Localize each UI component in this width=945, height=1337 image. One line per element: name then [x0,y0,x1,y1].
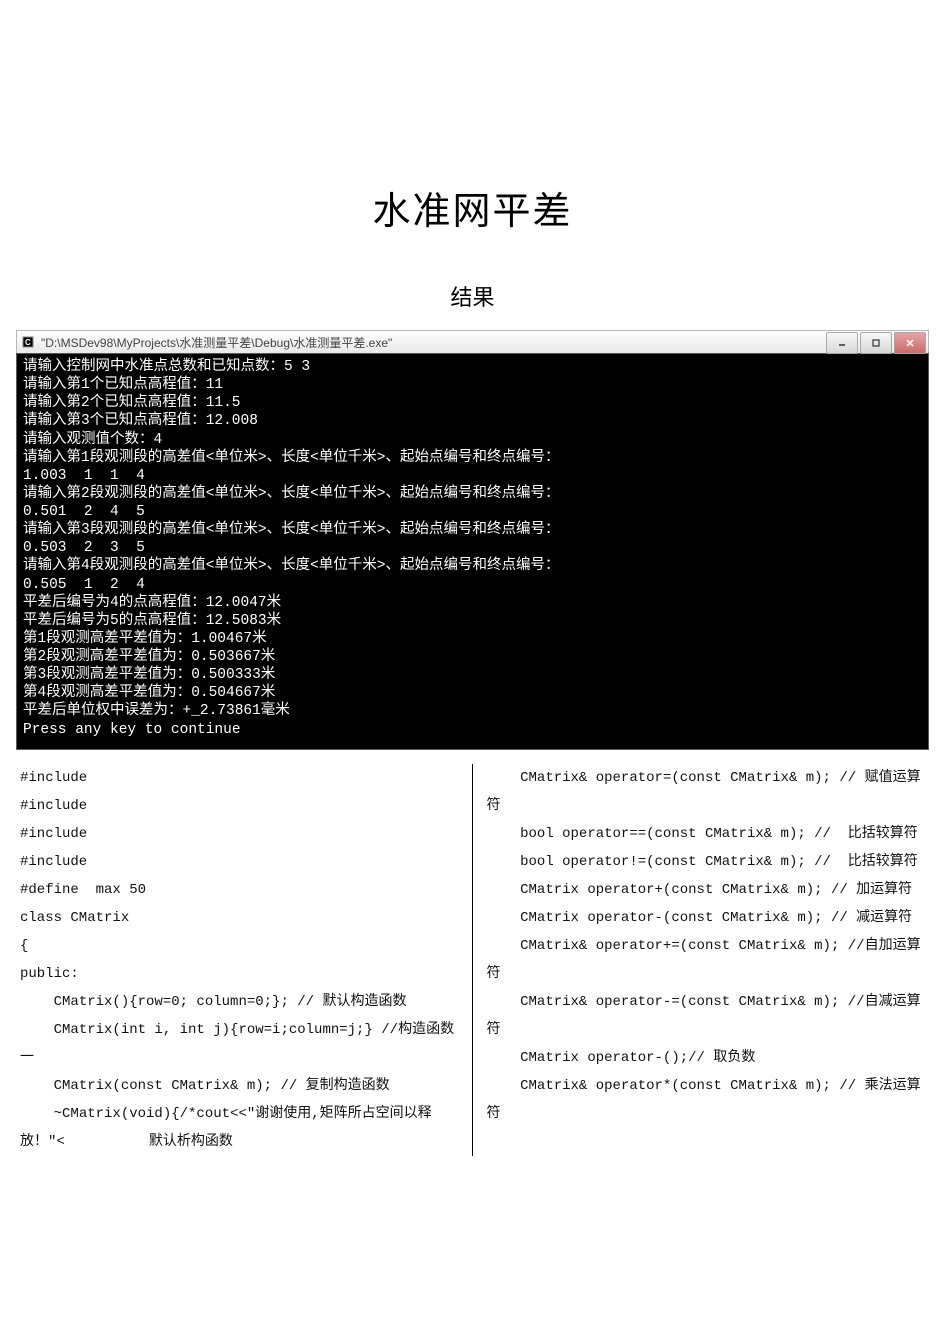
code-line: bool operator!=(const CMatrix& m); // 比括… [487,848,926,876]
console-titlebar: C "D:\MSDev98\MyProjects\水准测量平差\Debug\水准… [16,330,929,353]
console-output: 请输入控制网中水准点总数和已知点数：5 3 请输入第1个已知点高程值：11 请输… [16,353,929,750]
code-line: #define max 50 [20,876,458,904]
document-page: 水准网平差 结果 C "D:\MSDev98\MyProjects\水准测量平差… [0,0,945,1196]
code-line: CMatrix& operator=(const CMatrix& m); //… [487,764,926,820]
window-buttons [826,331,928,353]
code-line: CMatrix& operator*(const CMatrix& m); //… [487,1072,926,1128]
console-app-icon: C [21,335,35,349]
code-line: CMatrix operator+(const CMatrix& m); // … [487,876,926,904]
maximize-button[interactable] [860,332,892,354]
code-line: CMatrix operator-();// 取负数 [487,1044,926,1072]
console-window: C "D:\MSDev98\MyProjects\水准测量平差\Debug\水准… [16,330,929,750]
code-line: #include [20,820,458,848]
code-line: CMatrix& operator-=(const CMatrix& m); /… [487,988,926,1044]
minimize-button[interactable] [826,332,858,354]
code-columns: #include#include#include#include#define … [20,764,925,1156]
code-line: #include [20,764,458,792]
code-line: { [20,932,458,960]
code-line: #include [20,792,458,820]
svg-text:C: C [25,338,31,347]
code-line: bool operator==(const CMatrix& m); // 比括… [487,820,926,848]
page-subtitle: 结果 [0,280,945,312]
code-line: CMatrix(const CMatrix& m); // 复制构造函数 [20,1072,458,1100]
close-button[interactable] [894,332,926,354]
code-line: ~CMatrix(void){/*cout<<"谢谢使用,矩阵所占空间以释放！"… [20,1100,458,1156]
code-line: public: [20,960,458,988]
code-line: #include [20,848,458,876]
code-line: class CMatrix [20,904,458,932]
code-line: CMatrix(){row=0; column=0;}; // 默认构造函数 [20,988,458,1016]
page-title: 水准网平差 [0,180,945,235]
code-column-right: CMatrix& operator=(const CMatrix& m); //… [473,764,926,1156]
code-line: CMatrix& operator+=(const CMatrix& m); /… [487,932,926,988]
console-window-title: "D:\MSDev98\MyProjects\水准测量平差\Debug\水准测量… [41,334,392,351]
code-line: CMatrix operator-(const CMatrix& m); // … [487,904,926,932]
code-line: CMatrix(int i, int j){row=i;column=j;} /… [20,1016,458,1072]
code-column-left: #include#include#include#include#define … [20,764,473,1156]
